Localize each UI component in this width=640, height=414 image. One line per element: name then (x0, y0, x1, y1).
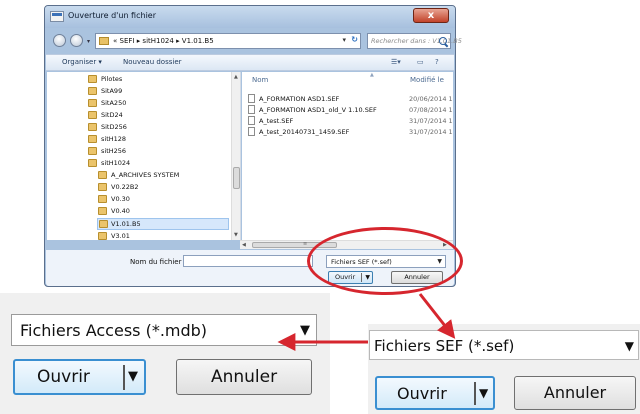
connector-arrows (277, 293, 456, 351)
arrow-to-zoom-after (418, 293, 456, 339)
tutorial-stage: Ouverture d'un fichier x ▾ « SEFI ▸ sitH… (0, 0, 640, 414)
